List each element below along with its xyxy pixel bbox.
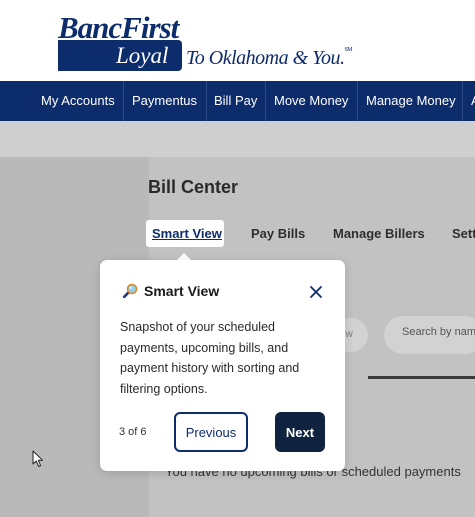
tab-pay-bills[interactable]: Pay Bills [251, 226, 305, 241]
logo-tagline: To Oklahoma & You.SM [186, 47, 353, 69]
nav-divider [462, 81, 463, 121]
popover-description: Snapshot of your scheduled payments, upc… [120, 320, 300, 396]
nav-item-paymentus[interactable]: Paymentus [132, 81, 197, 121]
nav-item-more[interactable]: A [471, 81, 475, 121]
tab-smart-view[interactable]: Smart View [146, 220, 224, 247]
nav-divider [123, 81, 124, 121]
bancfirst-logo[interactable]: BancFirst Loyal To Oklahoma & You.SM [58, 10, 358, 74]
subheader-strip [0, 121, 475, 157]
search-input[interactable] [402, 326, 475, 338]
popover-title: Smart View [144, 283, 220, 299]
step-counter: 3 of 6 [119, 426, 147, 438]
page-title: Bill Center [148, 177, 239, 197]
nav-item-manage-money[interactable]: Manage Money [366, 81, 456, 121]
section-divider [368, 376, 475, 379]
nav-item-move-money[interactable]: Move Money [274, 81, 348, 121]
nav-divider [265, 81, 266, 121]
tab-label: Smart View [152, 226, 222, 241]
next-button[interactable]: Next [275, 412, 325, 452]
main-nav: My Accounts Paymentus Bill Pay Move Mone… [0, 81, 475, 121]
nav-item-bill-pay[interactable]: Bill Pay [214, 81, 257, 121]
search-box [384, 316, 475, 354]
nav-item-my-accounts[interactable]: My Accounts [41, 81, 115, 121]
mouse-pointer-icon [32, 450, 43, 467]
tour-popover: Smart View Snapshot of your scheduled pa… [100, 260, 345, 471]
logo-badge-text: Loyal [116, 43, 169, 68]
previous-button[interactable]: Previous [174, 412, 248, 452]
nav-divider [206, 81, 207, 121]
nav-divider [357, 81, 358, 121]
close-icon[interactable] [308, 284, 324, 300]
tab-settings[interactable]: Sett [452, 226, 475, 241]
site-header: BancFirst Loyal To Oklahoma & You.SM [0, 0, 475, 81]
tab-manage-billers[interactable]: Manage Billers [333, 226, 425, 241]
service-mark: SM [344, 47, 353, 53]
magnifier-icon [122, 283, 138, 299]
